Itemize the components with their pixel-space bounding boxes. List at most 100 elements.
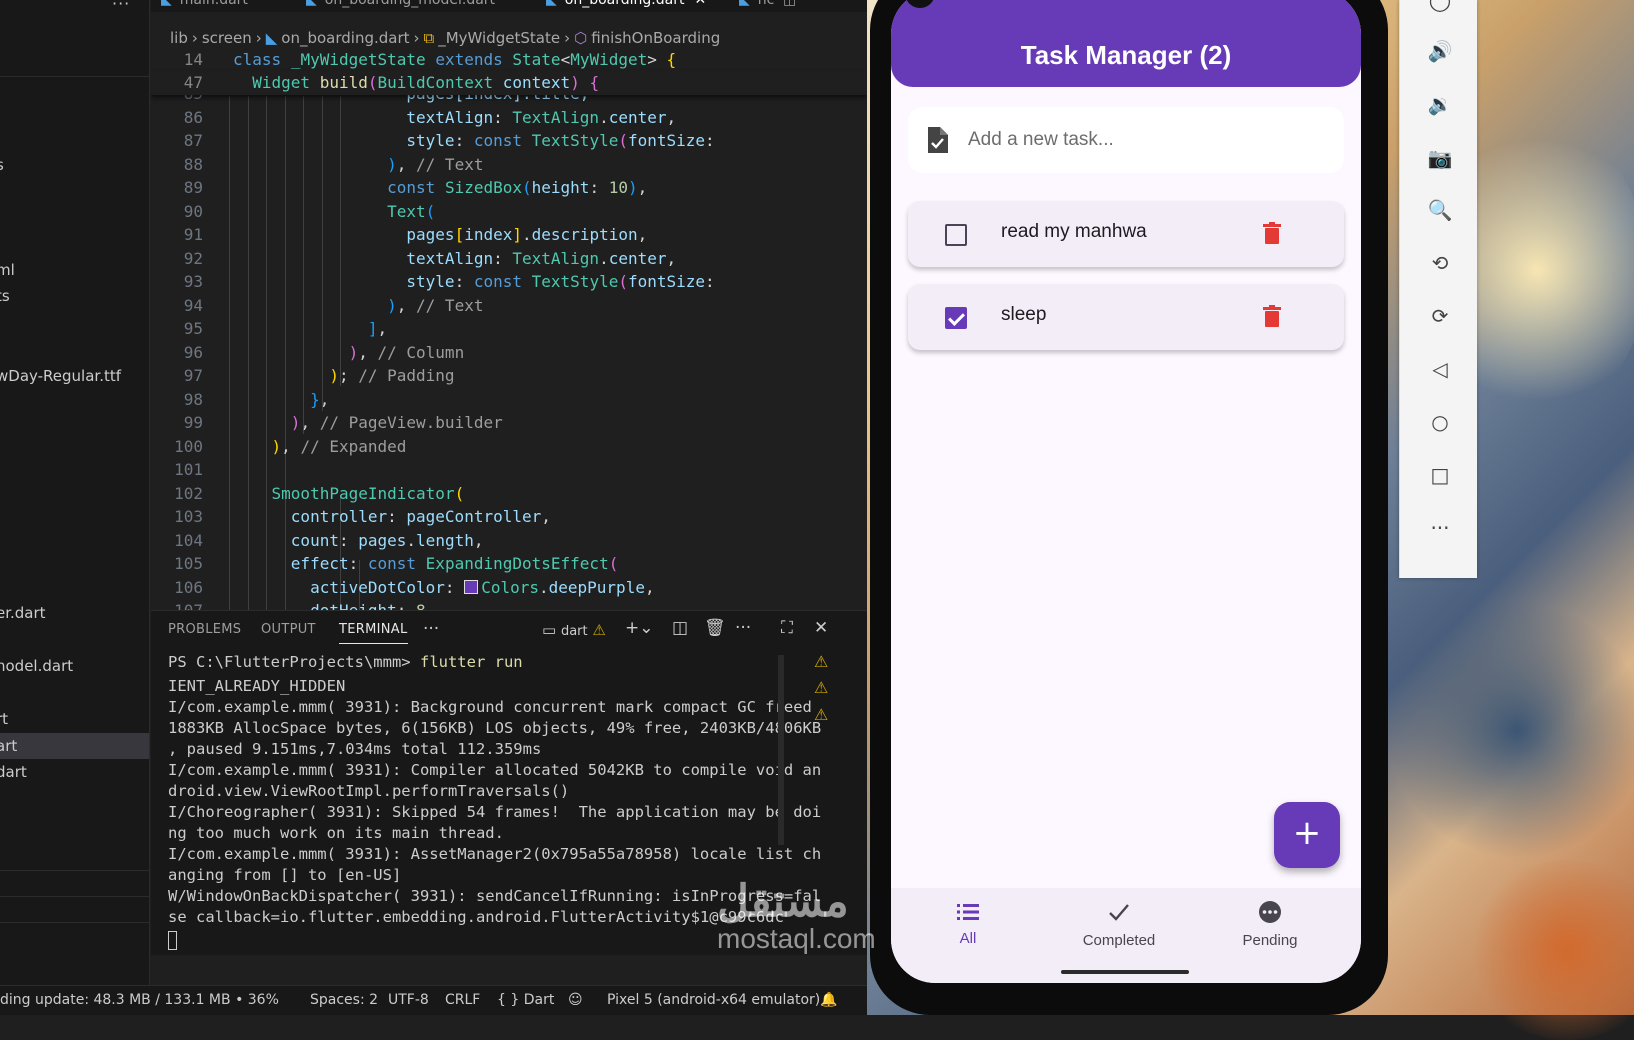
- zoom-icon[interactable]: 🔍: [1427, 197, 1453, 223]
- warning-icon[interactable]: ⚠: [814, 705, 828, 724]
- explorer-item[interactable]: ml: [0, 257, 149, 283]
- terminal-output-line[interactable]: ng too much work on its main thread.: [168, 823, 504, 844]
- terminal-output-line[interactable]: anging from [] to [en-US]: [168, 865, 401, 886]
- tab-terminal[interactable]: TERMINAL: [339, 622, 408, 644]
- breadcrumb-item[interactable]: screen: [202, 29, 252, 47]
- home-indicator[interactable]: [1061, 970, 1189, 974]
- device-status[interactable]: Pixel 5 (android-x64 emulator): [607, 992, 820, 1008]
- language-status[interactable]: { } Dart: [497, 992, 554, 1008]
- code-line[interactable]: 101: [151, 458, 867, 482]
- code-line[interactable]: 86 textAlign: TextAlign.center,: [151, 106, 867, 130]
- tab-on-boarding-model[interactable]: ◣ on_boarding_model.dart: [306, 0, 495, 12]
- more-icon[interactable]: ···: [1427, 515, 1453, 541]
- code-line[interactable]: 100 ), // Expanded: [151, 435, 867, 459]
- explorer-item[interactable]: rt: [0, 706, 149, 732]
- terminal-selector[interactable]: ▭ dart ⚠: [542, 621, 606, 639]
- panel-more-icon[interactable]: ···: [423, 619, 439, 639]
- code-line[interactable]: 104 count: pages.length,: [151, 529, 867, 553]
- explorer-item[interactable]: ts: [0, 283, 149, 309]
- overview-icon[interactable]: □: [1427, 462, 1453, 488]
- breadcrumb-item[interactable]: _MyWidgetState: [438, 29, 560, 47]
- code-line[interactable]: 91 pages[index].description,: [151, 223, 867, 247]
- volume-up-icon[interactable]: 🔊: [1427, 38, 1453, 64]
- code-line[interactable]: 88 ), // Text: [151, 153, 867, 177]
- nav-all[interactable]: All: [893, 888, 1043, 968]
- add-task-fab[interactable]: +: [1274, 802, 1340, 868]
- add-task-field[interactable]: [908, 107, 1344, 173]
- split-editor-icon[interactable]: ◫: [783, 0, 796, 12]
- terminal-output-line[interactable]: I/com.example.mmm( 3931): Compiler alloc…: [168, 760, 821, 781]
- split-terminal-icon[interactable]: ◫: [672, 618, 688, 638]
- tab-main-dart[interactable]: ◣ main.dart: [161, 0, 248, 12]
- explorer-item[interactable]: dart: [0, 759, 149, 785]
- explorer-item[interactable]: nodel.dart: [0, 653, 149, 679]
- delete-icon[interactable]: [1263, 305, 1281, 327]
- code-line[interactable]: 99 ), // PageView.builder: [151, 411, 867, 435]
- code-line[interactable]: 96 ), // Column: [151, 341, 867, 365]
- task-checkbox-checked[interactable]: [945, 307, 967, 329]
- trash-icon[interactable]: 🗑: [704, 618, 726, 638]
- terminal-output-line[interactable]: , paused 9.151ms,7.034ms total 112.359ms: [168, 739, 541, 760]
- terminal-prompt-line[interactable]: PS C:\FlutterProjects\mmm> flutter run: [168, 652, 523, 673]
- nav-pending[interactable]: Pending: [1195, 888, 1345, 968]
- explorer-item[interactable]: er.dart: [0, 600, 149, 626]
- code-line[interactable]: 102 SmoothPageIndicator(: [151, 482, 867, 506]
- explorer-item[interactable]: wDay-Regular.ttf: [0, 363, 149, 389]
- camera-icon[interactable]: 📷: [1427, 145, 1453, 171]
- nav-completed[interactable]: Completed: [1044, 888, 1194, 968]
- eol-status[interactable]: CRLF: [445, 992, 480, 1008]
- warning-icon[interactable]: ⚠: [814, 652, 828, 671]
- task-item[interactable]: read my manhwa: [908, 201, 1344, 267]
- new-terminal-icon[interactable]: +⌄: [625, 618, 654, 638]
- code-line[interactable]: 92 textAlign: TextAlign.center,: [151, 247, 867, 271]
- close-panel-icon[interactable]: ✕: [814, 618, 828, 638]
- task-checkbox[interactable]: [945, 224, 967, 246]
- tab-output[interactable]: OUTPUT: [261, 622, 316, 637]
- editor-more-icon[interactable]: ···: [813, 0, 826, 12]
- home-icon[interactable]: ○: [1427, 409, 1453, 435]
- code-line[interactable]: 90 Text(: [151, 200, 867, 224]
- copilot-icon[interactable]: ☺: [568, 992, 583, 1008]
- sticky-line[interactable]: 47 Widget build(BuildContext context) {: [151, 71, 867, 95]
- terminal-scrollbar[interactable]: [778, 655, 784, 845]
- task-item[interactable]: sleep: [908, 284, 1344, 350]
- code-line[interactable]: 105 effect: const ExpandingDotsEffect(: [151, 552, 867, 576]
- power-icon[interactable]: ◯: [1427, 0, 1453, 13]
- code-line[interactable]: 95 ],: [151, 317, 867, 341]
- code-line[interactable]: 93 style: const TextStyle(fontSize:: [151, 270, 867, 294]
- code-line[interactable]: 106 activeDotColor: Colors.deepPurple,: [151, 576, 867, 600]
- close-icon[interactable]: ✕: [694, 0, 706, 8]
- code-line[interactable]: 87 style: const TextStyle(fontSize:: [151, 129, 867, 153]
- color-swatch[interactable]: [464, 579, 479, 594]
- add-task-input[interactable]: [968, 107, 1328, 173]
- breadcrumb-item[interactable]: on_boarding.dart: [281, 29, 409, 47]
- terminal-output-line[interactable]: I/Choreographer( 3931): Skipped 54 frame…: [168, 802, 821, 823]
- explorer-item-selected[interactable]: art: [0, 733, 149, 759]
- terminal-output-line[interactable]: I/com.example.mmm( 3931): Background con…: [168, 697, 812, 718]
- explorer-item[interactable]: s: [0, 152, 149, 178]
- code-line[interactable]: 97 ); // Padding: [151, 364, 867, 388]
- code-line[interactable]: 89 const SizedBox(height: 10),: [151, 176, 867, 200]
- delete-icon[interactable]: [1263, 222, 1281, 244]
- sticky-line[interactable]: 14 class _MyWidgetState extends State<MyW…: [151, 48, 867, 72]
- tab-problems[interactable]: PROBLEMS: [168, 622, 241, 637]
- terminal-more-icon[interactable]: ···: [735, 618, 751, 638]
- code-editor[interactable]: ◣ main.dart ◣ on_boarding_model.dart ◣ on_b…: [151, 0, 867, 635]
- bell-icon[interactable]: 🔔: [820, 992, 837, 1008]
- code-line[interactable]: 98 },: [151, 388, 867, 412]
- terminal-output-line[interactable]: droid.view.ViewRootImpl.performTraversal…: [168, 781, 569, 802]
- back-icon[interactable]: ◁: [1427, 356, 1453, 382]
- maximize-panel-icon[interactable]: ⛶: [781, 618, 793, 638]
- terminal-output-line[interactable]: 1883KB AllocSpace bytes, 6(156KB) LOS ob…: [168, 718, 821, 739]
- rotate-right-icon[interactable]: ⟳: [1427, 303, 1453, 329]
- breadcrumb-item[interactable]: lib: [170, 29, 188, 47]
- tab-nc[interactable]: ◣ nc: [739, 0, 774, 12]
- rotate-left-icon[interactable]: ⟲: [1427, 250, 1453, 276]
- code-line[interactable]: 94 ), // Text: [151, 294, 867, 318]
- warning-icon[interactable]: ⚠: [814, 678, 828, 697]
- terminal-output-line[interactable]: se callback=io.flutter.embedding.android…: [168, 907, 784, 928]
- volume-down-icon[interactable]: 🔉: [1427, 91, 1453, 117]
- memory-status[interactable]: ding update: 48.3 MB / 133.1 MB • 36%: [0, 992, 279, 1008]
- tab-on-boarding[interactable]: ◣ on_boarding.dart ✕: [546, 0, 706, 12]
- explorer-more-icon[interactable]: ···: [112, 0, 130, 13]
